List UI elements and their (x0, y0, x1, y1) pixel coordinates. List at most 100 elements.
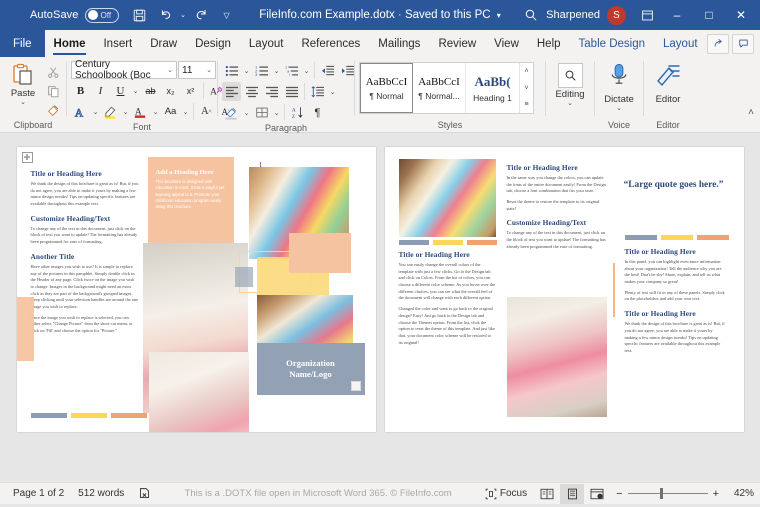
tab-design[interactable]: Design (186, 30, 240, 57)
font-color-caret[interactable]: ⌄ (151, 108, 160, 116)
focus-mode-button[interactable]: Focus (478, 488, 534, 500)
align-left-icon[interactable] (222, 82, 241, 101)
minimize-button[interactable]: – (662, 0, 692, 30)
editing-button[interactable]: Editing ⌄ (550, 61, 590, 107)
font-name-caret[interactable]: ⌄ (164, 66, 173, 74)
tab-table-design[interactable]: Table Design (570, 30, 654, 57)
styles-scroll-down-icon[interactable]: ˅ (520, 80, 533, 97)
tab-draw[interactable]: Draw (141, 30, 186, 57)
bullets-icon[interactable] (222, 61, 241, 80)
word-count[interactable]: 512 words (71, 488, 131, 499)
collapse-ribbon-icon[interactable]: ˄ (748, 107, 754, 118)
zoom-out-button[interactable]: − (616, 488, 622, 500)
zoom-level[interactable]: 42% (724, 488, 754, 499)
font-size-caret[interactable]: ⌄ (203, 66, 212, 74)
borders-caret[interactable]: ⌄ (272, 109, 281, 117)
document-canvas[interactable]: ✛ Title or Heading Here We think the des… (0, 133, 760, 482)
line-spacing-caret[interactable]: ⌄ (328, 88, 337, 96)
tab-review[interactable]: Review (429, 30, 485, 57)
zoom-slider[interactable] (627, 488, 708, 499)
save-icon[interactable] (127, 2, 153, 28)
style-heading-1[interactable]: AaBb( Heading 1 (466, 63, 519, 113)
numbering-caret[interactable]: ⌄ (272, 67, 281, 75)
tab-file[interactable]: File (0, 30, 45, 57)
undo-dropdown-caret[interactable]: ⌄ (179, 11, 188, 19)
change-case-caret[interactable]: ⌄ (181, 108, 190, 116)
document-title[interactable]: FileInfo.com Example.dotx (259, 9, 395, 21)
numbering-icon[interactable]: 1 2 3 (252, 61, 271, 80)
restore-button[interactable]: □ (694, 0, 724, 30)
logo-corner-handle[interactable] (350, 381, 361, 391)
tab-view[interactable]: View (485, 30, 528, 57)
undo-icon[interactable] (153, 2, 179, 28)
font-name-input[interactable]: Century Schoolbook (Boc ⌄ (71, 59, 177, 81)
tab-mailings[interactable]: Mailings (369, 30, 429, 57)
styles-scroll-up-icon[interactable]: ˄ (520, 63, 533, 80)
title-dropdown-caret[interactable]: ▾ (497, 11, 501, 20)
format-painter-icon[interactable] (44, 102, 62, 118)
editor-button[interactable]: Editor (648, 61, 688, 105)
font-color-icon[interactable]: A (131, 102, 150, 121)
tab-help[interactable]: Help (528, 30, 570, 57)
paste-caret[interactable]: ⌄ (20, 99, 26, 106)
customize-quick-access-icon[interactable]: ▽ (214, 2, 240, 28)
proofing-errors-icon[interactable] (131, 487, 158, 500)
copy-icon[interactable] (44, 83, 62, 99)
page-indicator[interactable]: Page 1 of 2 (6, 488, 71, 499)
read-mode-icon[interactable] (535, 484, 559, 504)
document-page-1[interactable]: ✛ Title or Heading Here We think the des… (16, 147, 376, 432)
align-right-icon[interactable] (262, 82, 281, 101)
tab-insert[interactable]: Insert (94, 30, 141, 57)
highlight-icon[interactable] (101, 102, 120, 121)
organization-logo-box[interactable]: Organization Name/Logo (256, 343, 365, 395)
move-object-handle[interactable]: ✛ (21, 152, 33, 163)
styles-gallery[interactable]: AaBbCcI ¶ Normal AaBbCcI ¶ Normal... AaB… (359, 62, 534, 114)
highlight-caret[interactable]: ⌄ (121, 108, 130, 116)
styles-gallery-scroll[interactable]: ˄ ˅ ≡ (519, 63, 533, 113)
comments-icon[interactable] (732, 33, 754, 54)
zoom-in-button[interactable]: + (713, 488, 719, 500)
search-icon[interactable] (518, 2, 544, 28)
save-state[interactable]: Saved to this PC (405, 9, 491, 21)
dictate-button[interactable]: Dictate ⌄ (599, 61, 639, 112)
left-col-1[interactable]: Title or Heading Here We think the desig… (31, 169, 139, 339)
pull-quote[interactable]: “Large quote goes here.” (619, 179, 729, 192)
justify-icon[interactable] (282, 82, 301, 101)
bullets-caret[interactable]: ⌄ (242, 67, 251, 75)
tab-table-layout[interactable]: Layout (654, 30, 707, 57)
tab-home[interactable]: Home (45, 30, 95, 57)
line-spacing-icon[interactable] (308, 82, 327, 101)
close-button[interactable]: ✕ (726, 0, 756, 30)
autosave-switch[interactable]: Off (84, 7, 119, 23)
align-center-icon[interactable] (242, 82, 261, 101)
multilevel-list-icon[interactable]: 1 a i (282, 61, 301, 80)
text-effects-icon[interactable]: A (71, 102, 90, 121)
underline-caret[interactable]: ⌄ (131, 87, 140, 95)
shading-icon[interactable] (222, 103, 241, 122)
tab-references[interactable]: References (292, 30, 369, 57)
paste-button[interactable]: Paste ⌄ (4, 61, 42, 106)
change-case-button[interactable]: Aa (161, 102, 180, 121)
photo-colored-pencils[interactable] (398, 159, 496, 237)
shading-caret[interactable]: ⌄ (242, 109, 251, 117)
underline-button[interactable]: U (111, 81, 130, 100)
cut-icon[interactable] (44, 64, 62, 80)
ribbon-display-options-icon[interactable] (634, 2, 660, 28)
right-col-1[interactable]: Title or Heading Here You can easily cha… (399, 250, 496, 350)
avatar[interactable]: S (607, 5, 626, 25)
multilevel-caret[interactable]: ⌄ (302, 67, 311, 75)
strikethrough-button[interactable]: ab (141, 81, 160, 100)
grow-font-icon[interactable]: A ˄ (197, 102, 216, 121)
right-col-3[interactable]: Title or Heading Here In this panel, you… (625, 247, 727, 359)
subscript-button[interactable]: x₂ (161, 81, 180, 100)
superscript-button[interactable]: x² (181, 81, 200, 100)
dictate-caret[interactable]: ⌄ (616, 105, 622, 112)
italic-button[interactable]: I (91, 81, 110, 100)
account-name[interactable]: Sharpened (546, 9, 600, 21)
editing-caret[interactable]: ⌄ (567, 100, 573, 107)
style-normal[interactable]: AaBbCcI ¶ Normal (360, 63, 413, 113)
web-layout-icon[interactable] (585, 484, 609, 504)
document-page-2[interactable]: Title or Heading Here You can easily cha… (384, 147, 744, 432)
redo-icon[interactable] (188, 2, 214, 28)
decrease-indent-icon[interactable] (318, 61, 337, 80)
